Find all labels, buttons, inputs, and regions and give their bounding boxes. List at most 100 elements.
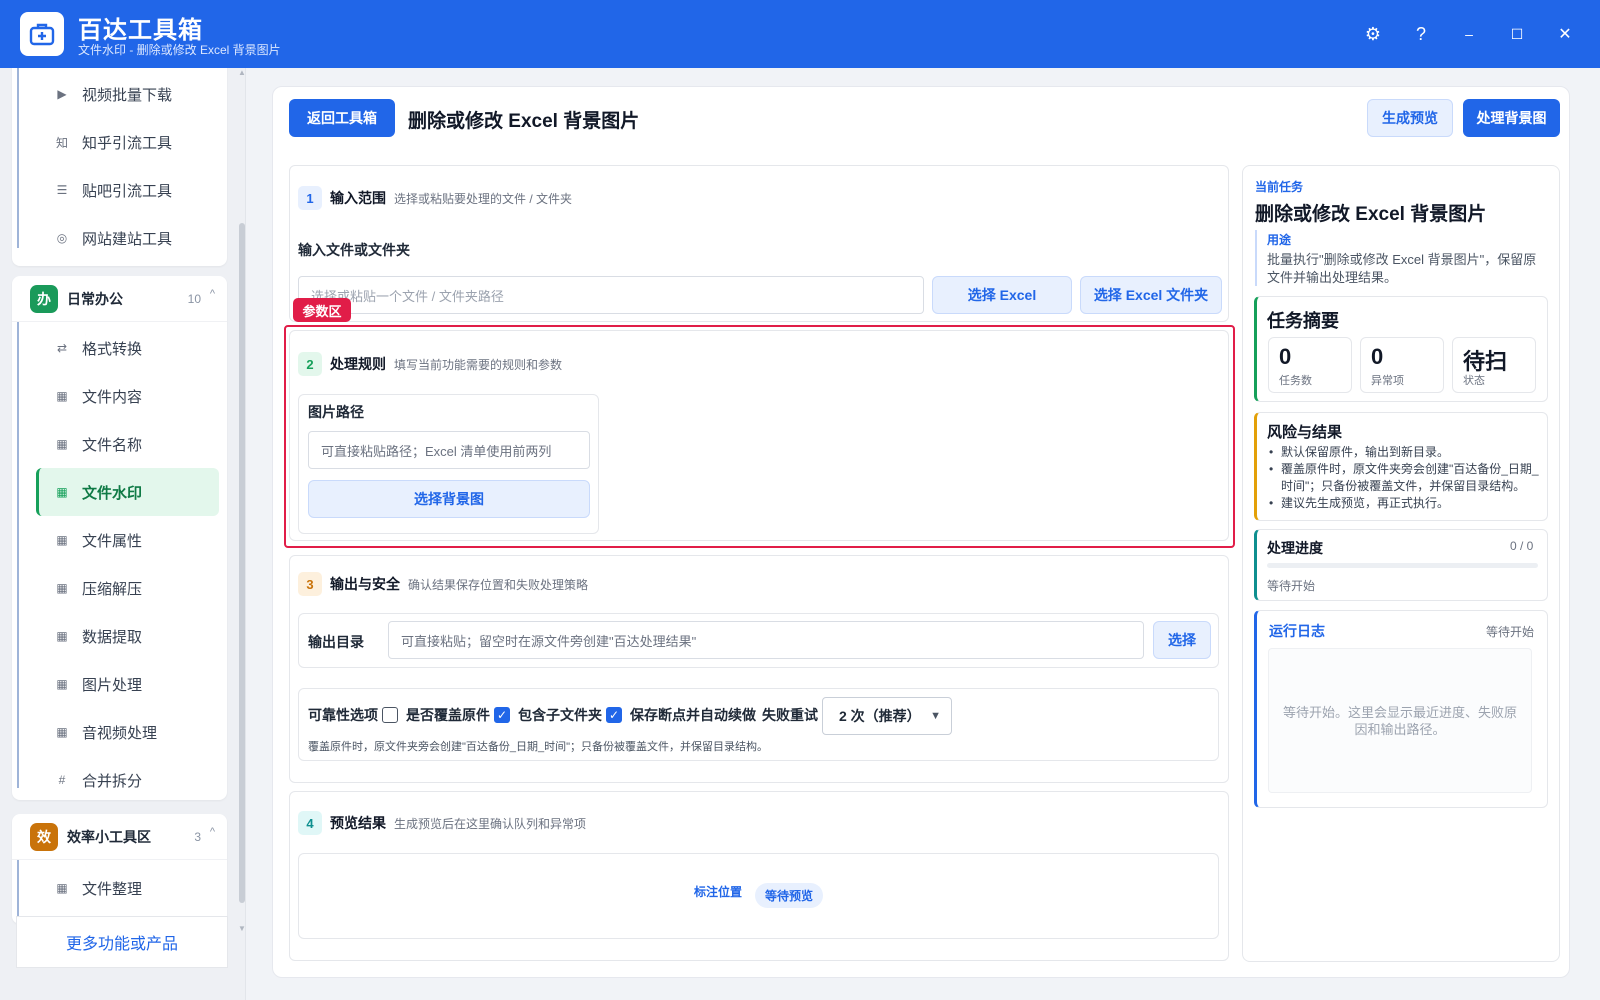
scroll-up-icon[interactable]: ▲ [238,68,245,77]
sidebar-group-daily-office: 办 日常办公 10 ^ ⇄ 格式转换 ▦ 文件内容 ▦ 文件名称 ▦ 文件水印 ▦ 文件属… [12,276,227,800]
choose-background-button[interactable]: 选择背景图 [308,480,590,518]
input-path-field[interactable]: 选择或粘贴一个文件 / 文件夹路径 [298,276,924,314]
choose-output-button[interactable]: 选择 [1153,621,1211,659]
overwrite-label: 是否覆盖原件 [406,707,490,723]
grid-icon: ▦ [56,485,68,499]
sidebar-item-tieba[interactable]: ☰ 贴吧引流工具 [12,166,227,214]
stat-value: 0 [1371,344,1384,369]
section-desc: 填写当前功能需要的规则和参数 [394,357,563,372]
minimize-icon[interactable]: – [1455,20,1483,48]
purpose-text: 批量执行"删除或修改 Excel 背景图片"，保留原文件并输出处理结果。 [1267,252,1537,285]
sidebar-item-label: 图片处理 [82,676,143,694]
stat-task-count: 0 任务数 [1268,337,1352,393]
log-status: 等待开始 [1486,625,1535,639]
sidebar-item-file-content[interactable]: ▦ 文件内容 [12,372,227,420]
group-badge: 效 [30,822,58,851]
section-number: 2 [298,352,322,376]
sidebar-item-av-process[interactable]: ▦ 音视频处理 [12,708,227,756]
group-header-efficiency[interactable]: 效 效率小工具区 3 ^ [12,814,227,860]
app-subtitle: 文件水印 - 删除或修改 Excel 背景图片 [78,43,281,57]
task-title: 删除或修改 Excel 背景图片 [1255,204,1487,225]
group-badge: 办 [30,284,58,313]
section-desc: 确认结果保存位置和失败处理策略 [408,577,589,592]
generate-preview-button[interactable]: 生成预览 [1367,99,1453,137]
risk-item: 建议先生成预览，再正式执行。 [1267,495,1542,512]
sidebar-item-format-convert[interactable]: ⇄ 格式转换 [12,324,227,372]
log-title: 运行日志 [1269,623,1325,639]
reliability-note: 覆盖原件时，原文件夹旁会创建"百达备份_日期_时间"；只备份被覆盖文件，并保留目… [308,741,769,753]
settings-gear-icon[interactable]: ⚙ [1359,20,1387,48]
select-excel-folder-button[interactable]: 选择 Excel 文件夹 [1080,276,1222,314]
sidebar-item-file-attributes[interactable]: ▦ 文件属性 [12,516,227,564]
help-icon[interactable]: ? [1407,20,1435,48]
section-desc: 选择或粘贴要处理的文件 / 文件夹 [394,191,573,206]
process-background-button[interactable]: 处理背景图 [1463,99,1560,137]
resume-checkbox[interactable]: ✓ [606,707,622,723]
grid-icon: ▦ [56,725,68,739]
stat-status: 待扫 状态 [1452,337,1536,393]
sidebar-item-label: 格式转换 [82,340,143,358]
sidebar-item-label: 文件名称 [82,436,143,454]
sidebar-scrollbar[interactable]: ▲ ▼ [238,68,245,1000]
progress-track [1267,563,1538,568]
retry-label: 失败重试 [762,707,818,723]
sidebar-item-label: 文件水印 [82,484,143,502]
group-title: 效率小工具区 [67,828,151,845]
sidebar-item-data-extract[interactable]: ▦ 数据提取 [12,612,227,660]
group-count: 3 [194,829,201,844]
grid-icon: ▦ [56,677,68,691]
sidebar-item-file-watermark[interactable]: ▦ 文件水印 [36,468,219,516]
section-title: 输出与安全 [330,576,400,592]
retry-select-value: 2 次（推荐） [839,708,921,724]
section-header: 4 预览结果 生成预览后在这里确认队列和异常项 [298,811,586,835]
section-number: 4 [298,811,322,835]
sidebar-item-label: 文件属性 [82,532,143,550]
sidebar-item-file-organize[interactable]: ▦ 文件整理 [12,864,227,912]
sidebar-item-file-name[interactable]: ▦ 文件名称 [12,420,227,468]
overwrite-checkbox[interactable] [382,707,398,723]
sidebar-item-website[interactable]: ◎ 网站建站工具 [12,214,227,262]
grid-icon: ▦ [56,881,68,895]
chevron-up-icon[interactable]: ^ [210,826,215,838]
image-path-input[interactable]: 可直接粘贴路径；Excel 清单使用前两列 [308,431,590,469]
scrollbar-thumb[interactable] [239,223,245,903]
progress-value: 0 / 0 [1510,539,1534,553]
chevron-down-icon: ▼ [930,710,941,722]
back-to-toolbox-button[interactable]: 返回工具箱 [289,99,395,137]
reliability-label: 可靠性选项 [308,707,378,723]
retry-select[interactable]: 2 次（推荐） ▼ [822,697,952,735]
include-subfolders-checkbox[interactable]: ✓ [494,707,510,723]
select-excel-button[interactable]: 选择 Excel [932,276,1072,314]
sidebar-item-video-download[interactable]: ▶ 视频批量下载 [12,70,227,118]
sidebar-item-label: 数据提取 [82,628,143,646]
sidebar-item-merge-split[interactable]: # 合并拆分 [12,756,227,804]
scroll-down-icon[interactable]: ▼ [238,924,245,933]
mark-position-link[interactable]: 标注位置 [694,883,742,900]
sidebar-item-compress[interactable]: ▦ 压缩解压 [12,564,227,612]
output-dir-input[interactable]: 可直接粘贴；留空时在源文件旁创建"百达处理结果" [388,621,1144,659]
group-count: 10 [187,291,201,306]
stat-error-count: 0 异常项 [1360,337,1444,393]
swap-icon: ⇄ [56,341,68,355]
title-bar: 百达工具箱 文件水印 - 删除或修改 Excel 背景图片 ⚙ ? – ☐ ✕ [0,0,1600,68]
group-header-daily-office[interactable]: 办 日常办公 10 ^ [12,276,227,322]
sidebar-item-label: 文件内容 [82,388,143,406]
more-products-button[interactable]: 更多功能或产品 [16,916,228,968]
current-task-label: 当前任务 [1255,180,1304,194]
close-icon[interactable]: ✕ [1551,20,1579,48]
chevron-up-icon[interactable]: ^ [210,288,215,300]
progress-status: 等待开始 [1267,579,1316,593]
grid-icon: ▦ [56,437,68,451]
hash-icon: # [58,773,66,787]
input-path-label: 输入文件或文件夹 [298,242,410,258]
sidebar-item-label: 合并拆分 [82,772,143,790]
sidebar-item-image-process[interactable]: ▦ 图片处理 [12,660,227,708]
sidebar-item-label: 音视频处理 [82,724,158,742]
resume-label: 保存断点并自动续做 [630,707,756,723]
risk-item: 覆盖原件时，原文件夹旁会创建"百达备份_日期_时间"；只备份被覆盖文件，并保留目… [1267,461,1542,495]
sidebar-item-zhihu[interactable]: 知知乎引流工具 [12,118,227,166]
stat-label: 异常项 [1371,375,1404,387]
sidebar-item-label: 文件整理 [82,880,143,898]
maximize-icon[interactable]: ☐ [1503,20,1531,48]
sidebar-group-marketing: ▶ 视频批量下载 知知乎引流工具 ☰ 贴吧引流工具 ◎ 网站建站工具 [12,68,227,266]
